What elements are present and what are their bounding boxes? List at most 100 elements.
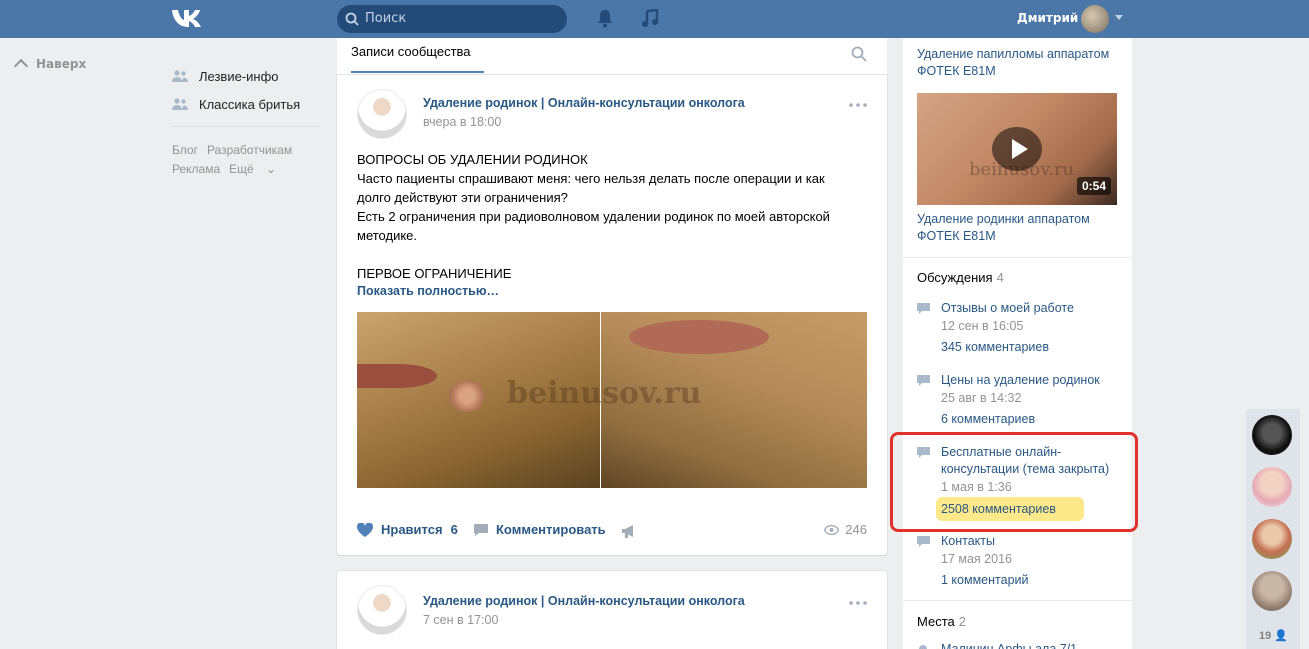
wall-post: Удаление родинок | Онлайн-консультации о… bbox=[337, 571, 887, 649]
discussions-header-label: Обсуждения bbox=[917, 270, 993, 285]
show-more-link[interactable]: Показать полностью… bbox=[357, 284, 499, 298]
friends-count-value: 19 bbox=[1259, 630, 1272, 642]
like-button[interactable]: Нравится 6 bbox=[357, 522, 458, 537]
top-header: Поиск Дмитрий bbox=[0, 0, 1309, 38]
place-title[interactable]: Малинин Арфы ала 7/1 bbox=[941, 641, 1127, 649]
right-column: Удаление папилломы аппаратом ФОТЕК Е81М … bbox=[903, 38, 1132, 649]
places-header-label: Места bbox=[917, 614, 955, 629]
post-text-line: ВОПРОСЫ ОБ УДАЛЕНИИ РОДИНОК bbox=[357, 152, 588, 167]
search-icon[interactable] bbox=[851, 46, 867, 62]
person-icon: 👤 bbox=[1274, 630, 1289, 642]
post-text-line: ПЕРВОЕ ОГРАНИЧЕНИЕ bbox=[357, 266, 512, 281]
left-nav-item-lezvie[interactable]: Лезвие-инфо bbox=[172, 62, 320, 90]
view-count: 246 bbox=[845, 522, 867, 537]
post-text-line bbox=[357, 245, 857, 264]
community-avatar[interactable] bbox=[357, 89, 407, 139]
post-text-line: долго действуют эти ограничения? bbox=[357, 190, 568, 205]
discussions-count: 4 bbox=[996, 270, 1004, 285]
discussion-comments-link[interactable]: 1 комментарий bbox=[941, 569, 1127, 591]
friend-avatar[interactable] bbox=[1252, 519, 1292, 559]
post-text-line: методике. bbox=[357, 228, 418, 243]
wall-tabs: Записи сообщества bbox=[337, 38, 887, 75]
friend-avatar[interactable] bbox=[1252, 467, 1292, 507]
megaphone-icon[interactable] bbox=[621, 524, 637, 538]
post-image[interactable]: beinusov.ru bbox=[357, 312, 867, 488]
location-icon bbox=[919, 645, 927, 649]
left-nav-label: Лезвие-инфо bbox=[199, 68, 279, 84]
group-icon bbox=[172, 98, 188, 110]
scroll-top-link[interactable]: Наверх bbox=[13, 57, 87, 74]
chevron-down-icon: ⌄ bbox=[266, 162, 277, 176]
footer-link-developers[interactable]: Разработчикам bbox=[207, 143, 292, 157]
image-detail bbox=[449, 380, 485, 412]
divider bbox=[903, 600, 1132, 601]
tab-community-posts[interactable]: Записи сообщества bbox=[351, 44, 484, 73]
discussion-item: Контакты 17 мая 2016 1 комментарий bbox=[917, 533, 1127, 591]
footer-link-blog[interactable]: Блог bbox=[172, 143, 198, 157]
left-nav-label: Классика бритья bbox=[199, 96, 301, 112]
search-input[interactable]: Поиск bbox=[337, 5, 567, 33]
post-text-line: Есть 2 ограничения при радиоволновом уда… bbox=[357, 209, 830, 224]
discussion-comments-link[interactable]: 345 комментариев bbox=[941, 336, 1127, 358]
post-date[interactable]: вчера в 18:00 bbox=[423, 115, 501, 129]
video-title-link[interactable]: Удаление родинки аппаратом ФОТЕК Е81М bbox=[917, 211, 1127, 245]
wall-post: Удаление родинок | Онлайн-консультации о… bbox=[337, 75, 887, 555]
eye-icon bbox=[824, 524, 840, 535]
discussion-date: 12 сен в 16:05 bbox=[941, 319, 1024, 333]
discussion-item: Отзывы о моей работе 12 сен в 16:05 345 … bbox=[917, 300, 1127, 358]
more-options-icon[interactable] bbox=[849, 103, 867, 107]
friend-avatar[interactable] bbox=[1252, 415, 1292, 455]
like-count: 6 bbox=[450, 522, 458, 537]
user-name[interactable]: Дмитрий bbox=[1017, 11, 1078, 25]
friends-online-bar: 19 👤 bbox=[1246, 409, 1300, 649]
comment-button[interactable]: Комментировать bbox=[473, 522, 606, 537]
chevron-down-icon[interactable] bbox=[1115, 15, 1123, 20]
discussion-comments-link[interactable]: 6 комментариев bbox=[941, 408, 1127, 430]
heart-icon bbox=[357, 522, 373, 537]
post-text-line: Часто пациенты спрашивают меня: чего нел… bbox=[357, 171, 825, 186]
group-icon bbox=[172, 70, 188, 82]
music-icon[interactable] bbox=[641, 9, 659, 28]
video-duration: 0:54 bbox=[1076, 177, 1111, 195]
places-count: 2 bbox=[958, 614, 966, 629]
friend-avatar[interactable] bbox=[1252, 571, 1292, 611]
comment-icon bbox=[474, 523, 488, 536]
footer-link-ads[interactable]: Реклама bbox=[172, 162, 220, 176]
play-icon[interactable] bbox=[992, 127, 1042, 171]
speech-bubble-icon bbox=[917, 375, 930, 386]
footer-links: Блог Разработчикам Реклама Ещё ⌄ bbox=[172, 141, 320, 179]
discussion-title[interactable]: Контакты bbox=[941, 533, 1127, 550]
left-nav-item-klassika[interactable]: Классика бритья bbox=[172, 90, 320, 118]
image-detail bbox=[357, 364, 437, 388]
post-author[interactable]: Удаление родинок | Онлайн-консультации о… bbox=[423, 96, 745, 110]
chevron-up-icon bbox=[13, 58, 29, 74]
place-item: Малинин Арфы ала 7/1 bbox=[917, 641, 1127, 649]
post-actions: Нравится 6 Комментировать 246 bbox=[357, 522, 867, 542]
like-label: Нравится bbox=[381, 522, 443, 537]
community-avatar[interactable] bbox=[357, 585, 407, 635]
discussion-title[interactable]: Цены на удаление родинок bbox=[941, 372, 1127, 389]
search-placeholder: Поиск bbox=[365, 11, 407, 26]
friends-count[interactable]: 19 👤 bbox=[1259, 629, 1288, 642]
discussions-header[interactable]: Обсуждения 4 bbox=[917, 270, 1004, 285]
post-date[interactable]: 7 сен в 17:00 bbox=[423, 613, 498, 627]
discussion-date: 25 авг в 14:32 bbox=[941, 391, 1022, 405]
places-header[interactable]: Места 2 bbox=[917, 614, 966, 629]
more-options-icon[interactable] bbox=[849, 601, 867, 605]
left-nav: Лезвие-инфо Классика бритья Блог Разработ… bbox=[172, 62, 320, 179]
footer-link-more[interactable]: Ещё ⌄ bbox=[229, 162, 285, 176]
video-thumbnail[interactable]: beinusov.ru 0:54 bbox=[917, 93, 1117, 205]
vk-logo[interactable] bbox=[170, 7, 206, 29]
footer-link-more-label: Ещё bbox=[229, 162, 254, 176]
search-icon bbox=[345, 12, 359, 26]
discussion-date: 17 мая 2016 bbox=[941, 552, 1012, 566]
bell-icon[interactable] bbox=[596, 9, 614, 28]
discussion-item: Цены на удаление родинок 25 авг в 14:32 … bbox=[917, 372, 1127, 430]
image-detail bbox=[629, 320, 769, 354]
discussion-title[interactable]: Отзывы о моей работе bbox=[941, 300, 1127, 317]
annotation-highlight-box bbox=[890, 432, 1138, 532]
scroll-top-label: Наверх bbox=[36, 57, 87, 71]
post-author[interactable]: Удаление родинок | Онлайн-консультации о… bbox=[423, 594, 745, 608]
video-title-link[interactable]: Удаление папилломы аппаратом ФОТЕК Е81М bbox=[917, 46, 1127, 80]
user-avatar[interactable] bbox=[1081, 5, 1109, 33]
